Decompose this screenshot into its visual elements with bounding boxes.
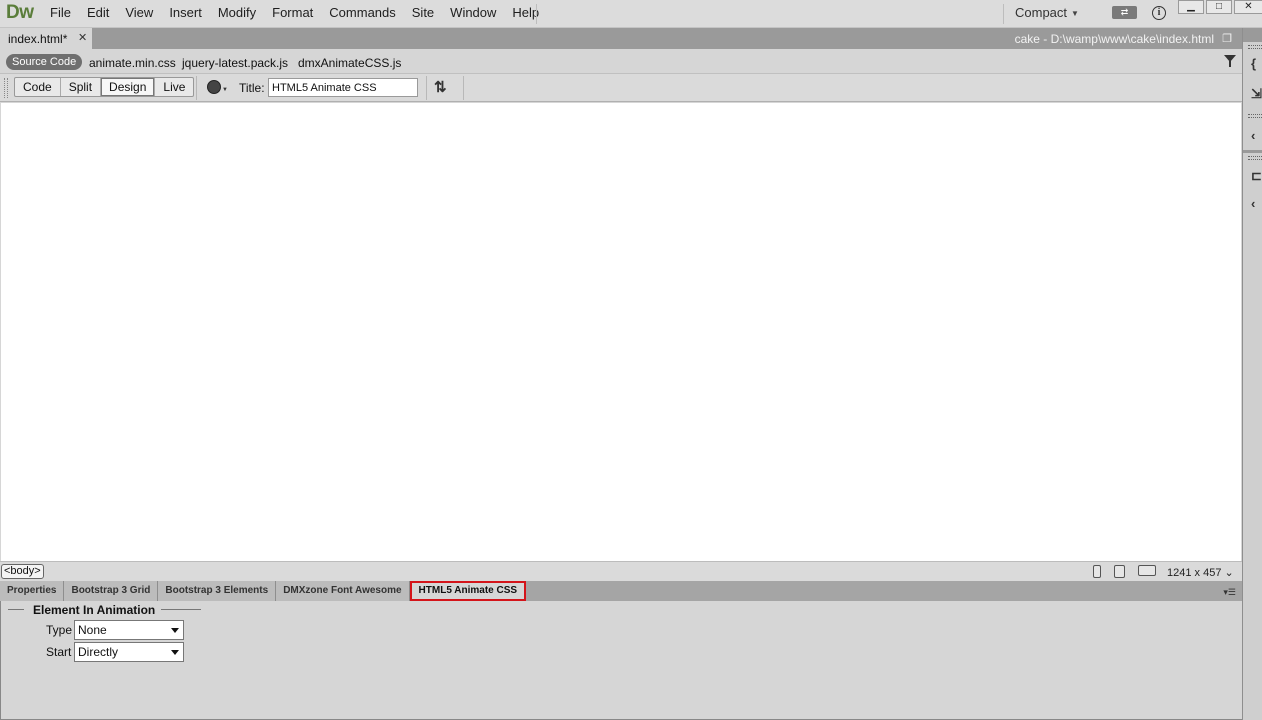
close-button[interactable]: ✕ bbox=[1234, 0, 1262, 14]
css-designer-icon[interactable]: ‹ bbox=[1251, 196, 1262, 211]
chevron-down-icon[interactable]: ▼ bbox=[1071, 9, 1079, 18]
fieldset-border bbox=[8, 609, 24, 610]
file-transfer-icon[interactable]: ⇅ bbox=[434, 78, 447, 96]
info-icon[interactable]: i bbox=[1152, 6, 1166, 20]
type-select-value: None bbox=[78, 623, 107, 637]
tab-properties[interactable]: Properties bbox=[0, 581, 65, 601]
files-panel-icon[interactable]: ⇲ bbox=[1251, 86, 1262, 102]
insert-panel-icon[interactable]: { bbox=[1251, 56, 1262, 71]
panel-menu-icon[interactable]: ▾☰ bbox=[1223, 587, 1236, 598]
globe-icon[interactable] bbox=[207, 80, 221, 94]
related-files-bar: Source Code animate.min.css jquery-lates… bbox=[0, 49, 1242, 74]
toolbar-divider bbox=[426, 76, 427, 100]
document-path: cake - D:\wamp\www\cake\index.html bbox=[1014, 32, 1214, 46]
menu-window[interactable]: Window bbox=[442, 0, 504, 26]
chevron-down-icon[interactable]: ▼ bbox=[222, 87, 228, 93]
menu-edit[interactable]: Edit bbox=[79, 0, 117, 26]
status-bar: <body> 1241 x 457 ⌄ bbox=[0, 561, 1242, 581]
title-label: Title: bbox=[239, 81, 265, 95]
tab-bootstrap-3-grid[interactable]: Bootstrap 3 Grid bbox=[64, 581, 159, 601]
dom-panel-icon[interactable]: ⊏ bbox=[1251, 168, 1262, 184]
document-toolbar: Code Split Design Live ▼ Title: ⇅ bbox=[0, 74, 1242, 102]
right-panel-dock: { ⇲ ‹ ⊏ ‹ bbox=[1242, 28, 1262, 720]
restore-window-icon[interactable]: ❐ bbox=[1222, 32, 1232, 45]
dock-grip[interactable] bbox=[1248, 45, 1262, 49]
tab-html5-animate-css[interactable]: HTML5 Animate CSS bbox=[409, 581, 527, 601]
dock-grip[interactable] bbox=[1248, 156, 1262, 160]
maximize-button[interactable]: □ bbox=[1206, 0, 1232, 14]
chevron-down-icon bbox=[171, 628, 179, 633]
mobile-size-icon[interactable] bbox=[1093, 565, 1101, 578]
app-logo: Dw bbox=[6, 2, 34, 23]
animate-css-panel: Element In Animation Type None Start Dir… bbox=[0, 601, 1242, 720]
workspace-switcher[interactable]: Compact bbox=[1015, 5, 1067, 20]
document-tab-label: index.html* bbox=[8, 32, 68, 46]
menu-file[interactable]: File bbox=[42, 0, 79, 26]
live-view-button[interactable]: Live bbox=[155, 78, 193, 96]
related-file-animate-css[interactable]: animate.min.css bbox=[89, 56, 176, 70]
dock-divider bbox=[1243, 150, 1262, 153]
code-view-button[interactable]: Code bbox=[15, 78, 61, 96]
tag-selector-body[interactable]: <body> bbox=[1, 564, 44, 579]
menu-insert[interactable]: Insert bbox=[161, 0, 210, 26]
menu-modify[interactable]: Modify bbox=[210, 0, 264, 26]
start-label: Start bbox=[46, 645, 72, 659]
menu-bar: Dw File Edit View Insert Modify Format C… bbox=[0, 0, 1262, 28]
menu-site[interactable]: Site bbox=[404, 0, 442, 26]
panel-tab-bar: Properties Bootstrap 3 Grid Bootstrap 3 … bbox=[0, 581, 1242, 601]
title-input[interactable] bbox=[268, 78, 418, 97]
section-title: Element In Animation bbox=[33, 603, 156, 617]
sync-settings-icon[interactable]: ⇄ bbox=[1112, 6, 1137, 19]
start-select-value: Directly bbox=[78, 645, 119, 659]
menu-format[interactable]: Format bbox=[264, 0, 321, 26]
related-file-dmx-animate[interactable]: dmxAnimateCSS.js bbox=[298, 56, 401, 70]
window-size-readout[interactable]: 1241 x 457 ⌄ bbox=[1167, 566, 1234, 579]
design-view-button[interactable]: Design bbox=[101, 78, 156, 96]
tab-dmxzone-font-awesome[interactable]: DMXzone Font Awesome bbox=[276, 581, 410, 601]
view-mode-buttons: Code Split Design Live bbox=[14, 77, 195, 97]
type-select[interactable]: None bbox=[74, 620, 184, 640]
main-menu: File Edit View Insert Modify Format Comm… bbox=[42, 0, 547, 26]
code-snippets-icon[interactable]: ‹ bbox=[1251, 128, 1262, 143]
layout-divider bbox=[1003, 4, 1004, 24]
filter-icon-stem bbox=[1229, 61, 1231, 67]
toolbar-divider bbox=[196, 76, 197, 100]
chevron-down-icon bbox=[171, 650, 179, 655]
toolbar-divider bbox=[463, 76, 464, 100]
close-icon[interactable]: ✕ bbox=[78, 31, 87, 44]
dock-grip[interactable] bbox=[1248, 114, 1262, 118]
menu-divider bbox=[536, 4, 537, 24]
toolbar-grip[interactable] bbox=[4, 78, 8, 98]
document-tab[interactable]: index.html* ✕ bbox=[0, 28, 92, 49]
desktop-size-icon[interactable] bbox=[1138, 565, 1156, 576]
document-tab-bar: index.html* ✕ cake - D:\wamp\www\cake\in… bbox=[0, 28, 1242, 49]
menu-view[interactable]: View bbox=[117, 0, 161, 26]
source-code-tab[interactable]: Source Code bbox=[6, 54, 83, 70]
start-select[interactable]: Directly bbox=[74, 642, 184, 662]
tablet-size-icon[interactable] bbox=[1114, 565, 1125, 578]
menu-commands[interactable]: Commands bbox=[321, 0, 403, 26]
minimize-button[interactable]: ▁ bbox=[1178, 0, 1204, 14]
design-canvas[interactable] bbox=[1, 103, 1241, 561]
menu-help[interactable]: Help bbox=[504, 0, 547, 26]
dock-header[interactable] bbox=[1243, 28, 1262, 42]
split-view-button[interactable]: Split bbox=[61, 78, 102, 96]
type-label: Type bbox=[46, 623, 73, 637]
tab-bootstrap-3-elements[interactable]: Bootstrap 3 Elements bbox=[158, 581, 277, 601]
related-file-jquery[interactable]: jquery-latest.pack.js bbox=[182, 56, 288, 70]
fieldset-border bbox=[161, 609, 201, 610]
